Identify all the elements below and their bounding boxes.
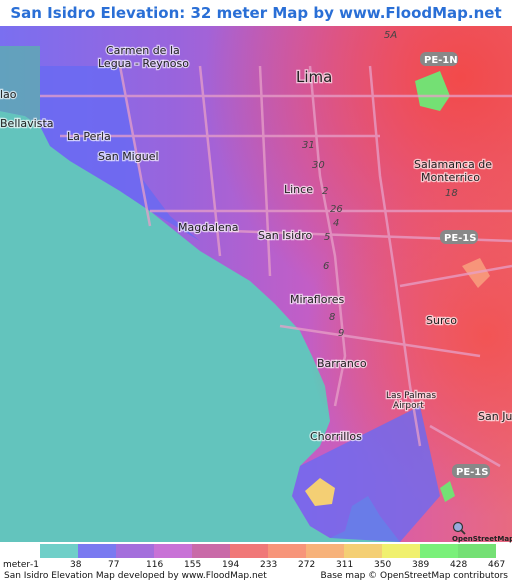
svg-text:PE-1N: PE-1N — [424, 55, 458, 66]
road-number-26: 26 — [330, 204, 343, 215]
place-lima: Lima — [296, 68, 332, 86]
legend-tick-label: 116 — [146, 560, 164, 570]
place-san-isidro: San Isidro — [258, 229, 312, 242]
place-callao: lao — [0, 88, 17, 101]
place-la-perla: La Perla — [67, 130, 111, 143]
legend-tick-label: 155 — [184, 560, 202, 570]
place-airport: Airport — [393, 401, 424, 411]
place-salamanca-de: Salamanca de — [414, 158, 492, 171]
shield-pe-1s-south: PE-1S — [452, 464, 490, 478]
legend-tick-label: 311 — [336, 560, 354, 570]
map-canvas: Lima Carmen de la Legua - Reynoso lao Be… — [0, 26, 512, 542]
road-number-30: 30 — [312, 160, 325, 171]
svg-text:PE-1S: PE-1S — [456, 467, 488, 478]
road-number-5: 5 — [324, 232, 330, 243]
place-carmen-de-la: Carmen de la — [106, 44, 180, 57]
magnifier-icon — [452, 521, 466, 535]
legend-swatch — [116, 544, 154, 558]
legend-unit: meter — [3, 560, 31, 570]
legend-swatch — [154, 544, 192, 558]
place-magdalena: Magdalena — [178, 221, 238, 234]
place-barranco: Barranco — [317, 357, 367, 370]
osm-logo[interactable]: OpenStreetMap — [452, 521, 512, 543]
road-number-31: 31 — [302, 140, 315, 151]
place-legua-reynoso: Legua - Reynoso — [98, 57, 189, 70]
legend-tick-label: 272 — [298, 560, 316, 570]
footer-credit: San Isidro Elevation Map developed by ww… — [4, 571, 267, 581]
place-lince: Lince — [284, 183, 313, 196]
legend-tick-label: 428 — [450, 560, 468, 570]
legend-tick-label: 389 — [412, 560, 430, 570]
place-miraflores: Miraflores — [290, 293, 345, 306]
place-chorrillos: Chorrillos — [310, 430, 362, 443]
svg-text:PE-1S: PE-1S — [444, 233, 476, 244]
legend-swatch — [192, 544, 230, 558]
road-number-9: 9 — [338, 328, 344, 339]
place-surco: Surco — [426, 314, 457, 327]
legend-swatch — [78, 544, 116, 558]
place-monterrico: Monterrico — [421, 171, 480, 184]
legend-swatch — [420, 544, 458, 558]
elevation-map[interactable]: Lima Carmen de la Legua - Reynoso lao Be… — [0, 26, 512, 542]
legend-tick-label: 467 — [488, 560, 506, 570]
road-number-18: 18 — [445, 188, 458, 199]
place-las-palmas: Las Palmas — [386, 391, 436, 401]
legend-swatch — [40, 544, 78, 558]
road-number-4: 4 — [333, 218, 339, 229]
legend-tick-label: 38 — [70, 560, 82, 570]
place-san-juan: San Jua — [478, 410, 512, 423]
map-title: San Isidro Elevation: 32 meter Map by ww… — [10, 4, 502, 48]
road-number-2: 2 — [322, 186, 328, 197]
legend-tick-label: -1 — [30, 560, 39, 570]
road-number-6: 6 — [323, 261, 329, 272]
legend-tick-label: 350 — [374, 560, 392, 570]
shield-pe-1n: PE-1N — [420, 52, 458, 66]
road-number-8: 8 — [329, 312, 335, 323]
legend-swatch — [306, 544, 344, 558]
legend-swatch — [458, 544, 496, 558]
legend-tick-label: 77 — [108, 560, 120, 570]
legend-tick-label: 194 — [222, 560, 240, 570]
road-number-5a: 5A — [384, 30, 397, 41]
legend-color-bar — [40, 544, 496, 558]
legend-swatch — [344, 544, 382, 558]
legend-swatch — [268, 544, 306, 558]
legend-swatch — [382, 544, 420, 558]
footer-osm-credit: Base map © OpenStreetMap contributors — [320, 571, 508, 581]
footer: San Isidro Elevation Map developed by ww… — [0, 571, 512, 582]
place-bellavista: Bellavista — [0, 117, 54, 130]
legend-tick-label: 233 — [260, 560, 278, 570]
legend-swatch — [230, 544, 268, 558]
shield-pe-1s-north: PE-1S — [440, 230, 478, 244]
place-san-miguel: San Miguel — [98, 150, 159, 163]
